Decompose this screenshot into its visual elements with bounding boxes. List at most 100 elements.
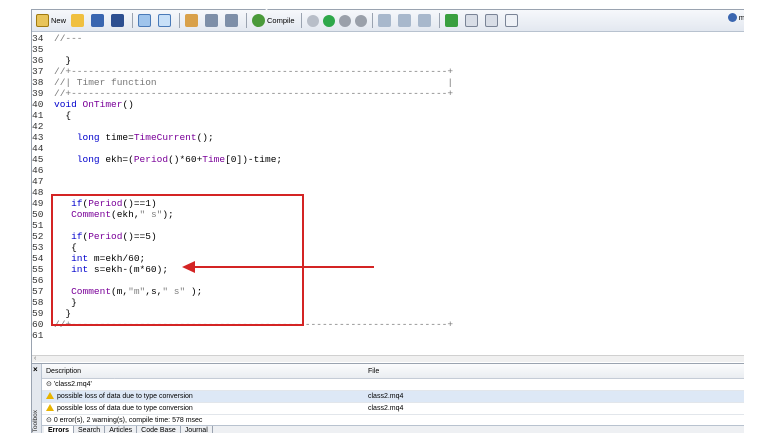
line-number: 36 (32, 55, 44, 66)
code-line[interactable]: 41 { (32, 110, 71, 121)
toolbar-separator (300, 13, 302, 28)
line-number: 35 (32, 44, 44, 55)
new-file-icon (36, 14, 49, 27)
debug-start-history-icon[interactable] (322, 14, 335, 27)
line-number: 40 (32, 99, 44, 110)
warning-icon (46, 392, 54, 399)
message-description: possible loss of data due to type conver… (46, 391, 193, 403)
save-all-button[interactable] (109, 12, 128, 30)
step-into-button[interactable] (376, 12, 395, 30)
account-label: m (739, 13, 744, 22)
run-button[interactable] (443, 12, 462, 30)
description-column-header[interactable]: Description (46, 368, 81, 375)
debug-start-real-icon[interactable] (306, 14, 319, 27)
code-line[interactable]: 34 //--- (32, 33, 83, 44)
line-number: 37 (32, 66, 44, 77)
step-into-icon (377, 14, 391, 27)
step-over-button[interactable] (396, 12, 415, 30)
code-line[interactable]: 45 long ekh=(Period()*60+Time[0])-time; (32, 154, 282, 165)
code-line[interactable]: 44 (32, 143, 54, 154)
uncomment-button[interactable] (223, 12, 242, 30)
code-line[interactable]: 38 //| Timer function | (32, 77, 453, 88)
code-text: long ekh=(Period()*60+Time[0])-time; (76, 154, 283, 165)
navigator-icon (138, 14, 152, 27)
toolbox-tabs: Errors Search Articles Code Base Journal (42, 425, 744, 433)
uncomment-icon (225, 14, 239, 27)
line-number: 38 (32, 77, 44, 88)
line-number: 61 (32, 330, 44, 341)
new-button[interactable]: New (34, 12, 68, 30)
message-row[interactable]: possible loss of data due to type conver… (42, 403, 744, 415)
compile-button-label: Compile (267, 16, 295, 25)
message-row[interactable]: possible loss of data due to type conver… (42, 391, 744, 403)
fullscreen-button[interactable] (503, 12, 522, 30)
folder-icon (71, 14, 85, 27)
close-icon[interactable]: × (33, 365, 38, 374)
toolbar-separator (371, 13, 373, 28)
line-number: 45 (32, 154, 44, 165)
horizontal-scrollbar[interactable]: ‹ (32, 355, 744, 362)
message-file: class2.mq4 (368, 393, 404, 400)
code-line[interactable]: 36 } (32, 55, 71, 66)
line-number: 42 (32, 121, 44, 132)
toolbar-separator (132, 13, 134, 28)
annotation-arrow-line (194, 266, 374, 268)
code-text: //+-------------------------------------… (54, 66, 454, 77)
step-out-button[interactable] (416, 12, 435, 30)
gear-icon (727, 13, 737, 22)
comment-button[interactable] (203, 12, 222, 30)
account-area[interactable]: m (727, 13, 744, 22)
warning-icon (46, 404, 54, 411)
code-line[interactable]: 43 long time=TimeCurrent(); (32, 132, 214, 143)
copy-button[interactable] (463, 12, 482, 30)
metaeditor-window: New Compile m 6160 (31, 9, 744, 433)
stop-icon[interactable] (354, 14, 367, 27)
line-number: 34 (32, 33, 44, 44)
toolbar-separator (438, 13, 440, 28)
toolbox-tab-errors[interactable]: Errors (44, 426, 75, 433)
pause-icon[interactable] (338, 14, 351, 27)
save-all-icon (111, 14, 125, 27)
toolbox-tab-code-base[interactable]: Code Base (137, 426, 181, 433)
info-icon: ⊙ (46, 417, 54, 424)
line-number: 44 (32, 143, 44, 154)
code-line[interactable]: 42 (32, 121, 54, 132)
toolbox-tab-search[interactable]: Search (74, 426, 106, 433)
code-text: //| Timer function | (54, 77, 454, 88)
errors-table-header: Description File (42, 364, 744, 379)
toolbox-side-label: Toolbox (32, 410, 39, 433)
code-line[interactable]: 39 //+-----------------------------------… (32, 88, 453, 99)
compile-button[interactable]: Compile (250, 12, 297, 30)
arrow-right-icon (444, 14, 458, 27)
paste-button[interactable] (483, 12, 502, 30)
toolbox-button[interactable] (156, 12, 175, 30)
toolbox-tab-journal[interactable]: Journal (181, 426, 213, 433)
compile-icon (252, 14, 266, 27)
code-line[interactable]: 35 (32, 44, 54, 55)
step-out-icon (417, 14, 431, 27)
navigator-button[interactable] (136, 12, 155, 30)
code-text: { (54, 110, 72, 121)
code-editor[interactable]: 61 60//+---------------------------------… (32, 33, 744, 355)
file-column-header[interactable]: File (368, 368, 379, 375)
styler-button[interactable] (183, 12, 202, 30)
code-line[interactable]: 46 (32, 165, 54, 176)
code-line[interactable]: 37 //+-----------------------------------… (32, 66, 453, 77)
code-line[interactable]: 47 (32, 176, 54, 187)
code-line[interactable]: 61 (32, 330, 54, 341)
new-button-label: New (51, 16, 67, 25)
main-toolbar: New Compile m (32, 10, 744, 32)
message-row[interactable]: ⊙ 'class2.mq4' (42, 379, 744, 391)
save-button[interactable] (89, 12, 108, 30)
message-description: possible loss of data due to type conver… (46, 403, 193, 415)
toolbox-tab-articles[interactable]: Articles (105, 426, 138, 433)
styler-icon (185, 14, 199, 27)
open-button[interactable] (69, 12, 88, 30)
toolbar-separator (179, 13, 181, 28)
code-line[interactable]: 40 void OnTimer() (32, 99, 134, 110)
scroll-left-icon[interactable]: ‹ (34, 355, 36, 362)
step-over-icon (397, 14, 411, 27)
comment-icon (205, 14, 219, 27)
line-number: 43 (32, 132, 44, 143)
paste-icon (484, 14, 498, 27)
